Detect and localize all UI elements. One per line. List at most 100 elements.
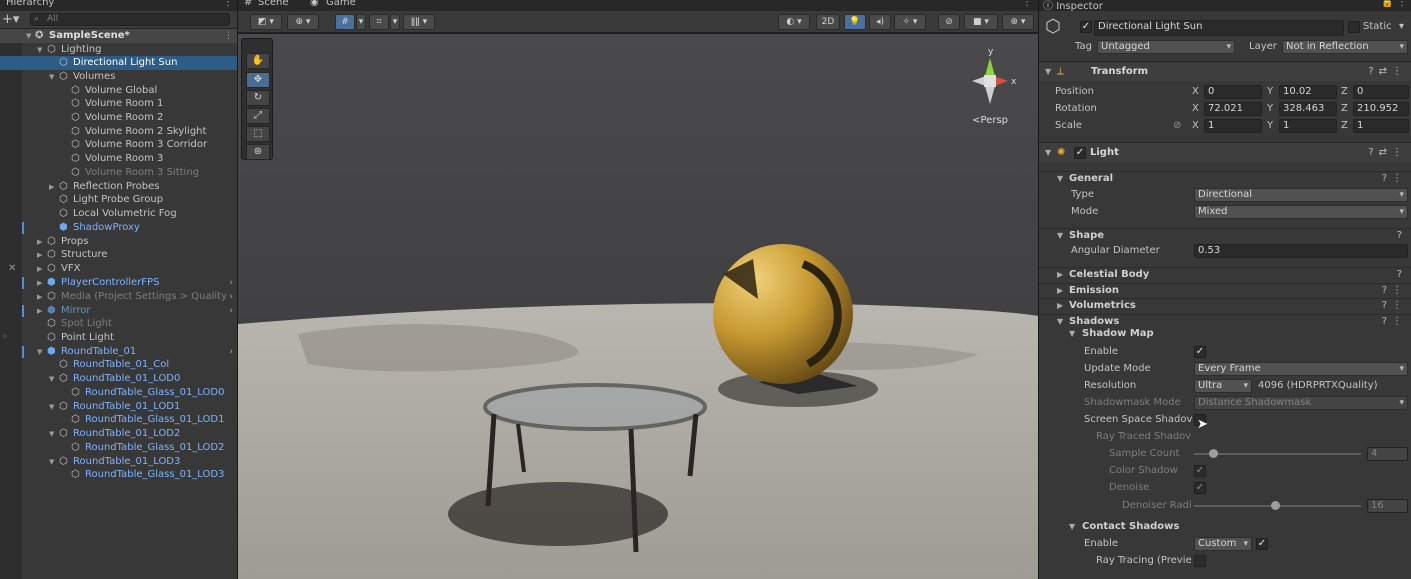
active-checkbox[interactable]: ✓	[1080, 21, 1092, 33]
expand-arrow-icon[interactable]: ▶	[1057, 299, 1063, 313]
layer-dropdown[interactable]: Not in Reflection	[1282, 40, 1408, 54]
component-actions-icon[interactable]: ?⇄⋮	[1368, 62, 1407, 81]
hierarchy-search-input[interactable]: ⌕ All	[30, 13, 230, 26]
color-shadow-checkbox[interactable]: ✓	[1194, 465, 1206, 477]
snap-dropdown-icon[interactable]: ▾	[390, 14, 400, 30]
section-help-icon[interactable]: ?	[1397, 229, 1407, 243]
expand-arrow-icon[interactable]: ▶	[37, 262, 42, 276]
hierarchy-item[interactable]: ⬡ RoundTable_Glass_01_LOD2	[0, 441, 237, 455]
rotation-y-field[interactable]: 328.463	[1279, 102, 1337, 116]
perspective-label[interactable]: <Persp	[972, 115, 1008, 126]
shading-mode-button[interactable]: ◐ ▾	[778, 14, 810, 30]
emission-section[interactable]: ▶ Emission ?⋮	[1039, 283, 1411, 297]
scene-row[interactable]: ▼ ✪ SampleScene* ⋮	[0, 29, 237, 43]
expand-arrow-icon[interactable]: ▼	[49, 400, 54, 414]
hierarchy-item[interactable]: ⬡ Directional Light Sun	[0, 56, 237, 70]
section-actions-icon[interactable]: ?⋮	[1382, 299, 1407, 313]
more-options-icon[interactable]: ⋮	[223, 0, 233, 8]
hierarchy-item[interactable]: ▼ ⬡ Volumes	[0, 70, 237, 84]
expand-arrow-icon[interactable]: ▶	[37, 276, 42, 290]
type-dropdown[interactable]: Directional	[1194, 188, 1408, 202]
scale-z-field[interactable]: 1	[1353, 119, 1409, 133]
scale-y-field[interactable]: 1	[1279, 119, 1337, 133]
hierarchy-item[interactable]: ▼ ⬢ RoundTable_01 ›	[0, 345, 237, 359]
tab-scene[interactable]: Scene	[258, 0, 289, 8]
hierarchy-item[interactable]: ⬢ ShadowProxy	[0, 221, 237, 235]
visibility-icon[interactable]: ✕	[8, 262, 16, 276]
hierarchy-item[interactable]: ⬡ RoundTable_01_Col	[0, 358, 237, 372]
hierarchy-item[interactable]: ⬡ Volume Room 3	[0, 152, 237, 166]
contact-shadows-subsection[interactable]: ▼ Contact Shadows	[1039, 520, 1411, 534]
open-prefab-icon[interactable]: ›	[229, 276, 233, 290]
shape-section[interactable]: ▼ Shape ?	[1039, 228, 1411, 242]
celestial-body-section[interactable]: ▶ Celestial Body ?	[1039, 267, 1411, 281]
lock-more-icon[interactable]: 🔒 ⋮	[1381, 0, 1407, 8]
expand-arrow-icon[interactable]: ▶	[37, 304, 42, 318]
expand-arrow-icon[interactable]: ▼	[49, 70, 54, 84]
light-header[interactable]: ▼ ✺ ✓ Light ?⇄⋮	[1039, 142, 1411, 162]
transform-header[interactable]: ▼ ⟂ Transform ?⇄⋮	[1039, 61, 1411, 81]
hierarchy-item[interactable]: ⬡ Volume Room 2 Skylight	[0, 125, 237, 139]
hierarchy-item[interactable]: ◦ ⬡ Point Light	[0, 331, 237, 345]
position-y-field[interactable]: 10.02	[1279, 85, 1337, 99]
contact-enable-checkbox[interactable]: ✓	[1256, 538, 1268, 550]
hierarchy-item[interactable]: ⬡ Volume Global	[0, 84, 237, 98]
expand-arrow-icon[interactable]: ▼	[49, 427, 54, 441]
collapse-arrow-icon[interactable]: ▼	[1045, 62, 1051, 81]
slider-knob[interactable]	[1271, 501, 1280, 510]
increment-snap-button[interactable]: ǁǁ ▾	[403, 14, 435, 30]
hierarchy-item[interactable]: ⬡ Light Probe Group	[0, 193, 237, 207]
hierarchy-item[interactable]: ▶ ⬡ Structure	[0, 248, 237, 262]
hierarchy-item[interactable]: ⬡ Volume Room 1	[0, 97, 237, 111]
angular-diameter-field[interactable]: 0.53	[1194, 244, 1408, 258]
effects-button[interactable]: ✧ ▾	[894, 14, 926, 30]
grid-dropdown-icon[interactable]: ▾	[356, 14, 366, 30]
hierarchy-item[interactable]: ▶ ⬡ Media (Project Settings > Quality ›	[0, 290, 237, 304]
visibility-icon[interactable]: ◦	[2, 331, 8, 345]
more-options-icon[interactable]: ⋮	[1022, 0, 1032, 8]
section-actions-icon[interactable]: ?⋮	[1382, 284, 1407, 298]
mode-dropdown[interactable]: Mixed	[1194, 205, 1408, 219]
collapse-arrow-icon[interactable]: ▼	[1069, 520, 1075, 534]
transform-tool-icon[interactable]: ⊛	[246, 144, 270, 160]
open-prefab-icon[interactable]: ›	[229, 304, 233, 318]
hierarchy-item[interactable]: ⬡ Volume Room 3 Corridor	[0, 138, 237, 152]
ray-tracing-checkbox[interactable]	[1194, 555, 1206, 567]
move-tool-icon[interactable]: ✥	[246, 72, 270, 88]
hierarchy-item[interactable]: ⬡ Local Volumetric Fog	[0, 207, 237, 221]
shadowmask-dropdown[interactable]: Distance Shadowmask	[1194, 396, 1408, 410]
scale-tool-icon[interactable]: ⤢	[246, 108, 270, 124]
hierarchy-item[interactable]: ⬡ RoundTable_Glass_01_LOD0	[0, 386, 237, 400]
object-name-field[interactable]: Directional Light Sun	[1094, 20, 1344, 36]
scene-viewport[interactable]: ✋ ✥ ↻ ⤢ ⬚ ⊛ y x <Persp	[238, 34, 1038, 579]
open-prefab-icon[interactable]: ›	[229, 345, 233, 359]
global-local-button[interactable]: ⊕ ▾	[287, 14, 319, 30]
expand-arrow-icon[interactable]: ▶	[37, 235, 42, 249]
expand-arrow-icon[interactable]: ▼	[49, 372, 54, 386]
hidden-objects-icon[interactable]: ⊘	[938, 14, 960, 30]
2d-toggle-button[interactable]: 2D	[816, 14, 840, 30]
slider-knob[interactable]	[1209, 449, 1218, 458]
hierarchy-item[interactable]: ⬡ RoundTable_Glass_01_LOD3	[0, 468, 237, 482]
hierarchy-item[interactable]: ▼ ⬡ Lighting	[0, 43, 237, 57]
hierarchy-item[interactable]: ▼ ⬡ RoundTable_01_LOD1	[0, 400, 237, 414]
camera-settings-button[interactable]: ■ ▾	[964, 14, 998, 30]
gizmo-y-cone[interactable]	[985, 58, 995, 76]
more-options-icon[interactable]: ⋮	[224, 29, 233, 43]
position-z-field[interactable]: 0	[1353, 85, 1409, 99]
static-checkbox[interactable]	[1348, 21, 1360, 33]
section-help-icon[interactable]: ?	[1397, 268, 1407, 282]
hierarchy-item[interactable]: ▼ ⬡ RoundTable_01_LOD0	[0, 372, 237, 386]
gizmos-button[interactable]: ⊕ ▾	[1002, 14, 1034, 30]
hierarchy-item[interactable]: ⬡ Spot Light	[0, 317, 237, 331]
gizmo-x-cone[interactable]	[994, 76, 1008, 86]
collapse-arrow-icon[interactable]: ▼	[1045, 143, 1051, 162]
expand-arrow-icon[interactable]: ▶	[37, 248, 42, 262]
denoiser-radius-field[interactable]: 16	[1367, 499, 1408, 513]
contact-enable-dropdown[interactable]: Custom	[1194, 537, 1252, 551]
shadow-enable-checkbox[interactable]: ✓	[1194, 346, 1206, 358]
expand-arrow-icon[interactable]: ▼	[37, 43, 42, 57]
constrain-proportions-icon[interactable]: ⊘	[1173, 118, 1181, 134]
snap-button[interactable]: ⌗	[369, 14, 389, 30]
expand-arrow-icon[interactable]: ▶	[1057, 284, 1063, 298]
